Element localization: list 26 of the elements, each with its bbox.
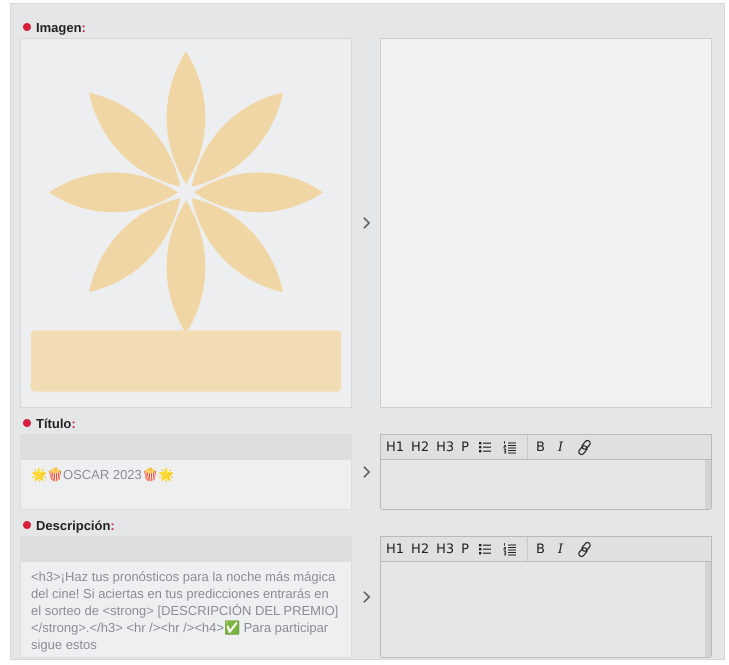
- format-button[interactable]: H1: [384, 440, 406, 454]
- bulleted-list-icon[interactable]: [478, 440, 492, 454]
- chevron-right-icon[interactable]: [362, 465, 370, 479]
- format-button[interactable]: I: [556, 440, 566, 454]
- field-label: Imagen:: [36, 20, 86, 34]
- numbered-list-icon[interactable]: [502, 440, 517, 454]
- format-button[interactable]: H3: [434, 440, 456, 454]
- field-label: Descripción:: [36, 518, 115, 532]
- format-button[interactable]: H2: [409, 542, 432, 556]
- format-button[interactable]: H3: [434, 542, 456, 556]
- format-button[interactable]: B: [534, 440, 547, 454]
- format-button[interactable]: I: [556, 542, 566, 556]
- source-text: <h3>¡Haz tus pronósticos para la noche más mágica del cine! Si aciertas en tus predicciones entrarás en el sorteo de <strong> [DESCRIPCIÓN DEL PREMIO]</strong>.</h3> <hr /><hr /><h4>✅ Para participar sigue estos: [20, 562, 352, 658]
- format-button[interactable]: P: [459, 440, 471, 454]
- format-button[interactable]: H1: [384, 542, 406, 556]
- link-icon[interactable]: [576, 438, 594, 456]
- source-text: 🌟🍿OSCAR 2023🍿🌟: [20, 460, 352, 510]
- format-button[interactable]: P: [459, 542, 471, 556]
- chevron-right-icon[interactable]: [362, 216, 370, 230]
- format-button[interactable]: B: [534, 542, 547, 556]
- format-button[interactable]: H2: [409, 440, 432, 454]
- bulleted-list-icon[interactable]: [478, 542, 492, 556]
- link-icon[interactable]: [576, 540, 594, 558]
- chevron-right-icon[interactable]: [362, 590, 370, 604]
- numbered-list-icon[interactable]: [502, 542, 517, 556]
- field-label: Título:: [36, 416, 76, 430]
